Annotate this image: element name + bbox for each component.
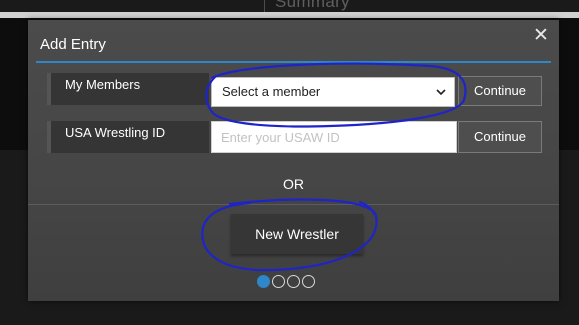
my-members-row: My Members Select a member Continue: [47, 73, 543, 107]
pager-dot-2[interactable]: [272, 275, 285, 288]
pager-dot-4[interactable]: [302, 275, 315, 288]
pager-dots: [257, 275, 317, 291]
pager-dot-1[interactable]: [257, 275, 270, 288]
usaw-id-input[interactable]: [211, 121, 457, 153]
member-select[interactable]: Select a member: [211, 77, 455, 107]
pager-dot-3[interactable]: [287, 275, 300, 288]
chevron-down-icon: [436, 89, 446, 96]
members-continue-button[interactable]: Continue: [458, 76, 542, 106]
title-divider: [36, 61, 551, 63]
usaw-id-continue-button[interactable]: Continue: [458, 121, 542, 153]
usaw-id-label: USA Wrestling ID: [47, 121, 209, 153]
modal-title: Add Entry: [40, 36, 106, 53]
my-members-label: My Members: [47, 73, 209, 105]
close-icon[interactable]: ✕: [531, 26, 551, 46]
section-divider: [28, 204, 559, 205]
add-entry-modal: Add Entry ✕ My Members Select a member C…: [28, 20, 559, 301]
usaw-id-row: USA Wrestling ID Continue: [47, 121, 543, 153]
new-wrestler-button[interactable]: New Wrestler: [231, 214, 363, 254]
member-select-value: Select a member: [222, 84, 321, 99]
or-separator: OR: [283, 176, 304, 192]
